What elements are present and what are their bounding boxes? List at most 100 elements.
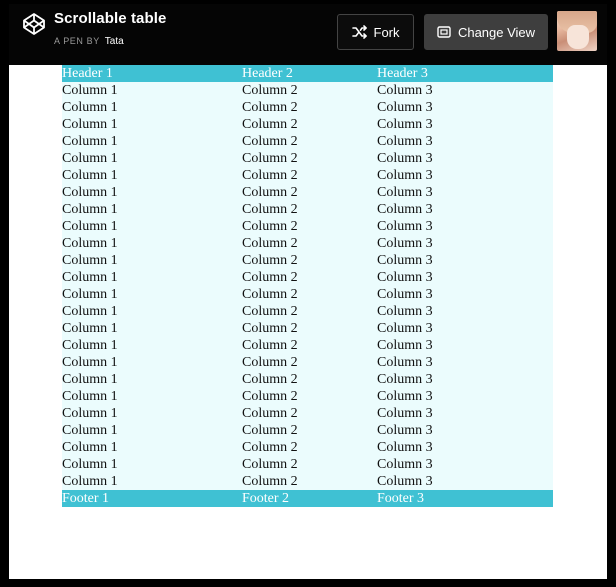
table-cell: Column 3 <box>377 117 433 132</box>
table-cell: Column 2 <box>242 440 298 455</box>
table-cell: Column 2 <box>242 219 298 234</box>
table-row: Column 1 Column 2 Column 3 <box>62 405 553 422</box>
table-row: Column 1 Column 2 Column 3 <box>62 218 553 235</box>
table-cell: Column 1 <box>62 389 118 404</box>
table-cell: Column 2 <box>242 457 298 472</box>
table-cell: Column 1 <box>62 321 118 336</box>
table-cell: Column 2 <box>242 406 298 421</box>
table-cell: Column 3 <box>377 253 433 268</box>
table-cell: Column 1 <box>62 372 118 387</box>
user-avatar[interactable] <box>557 11 597 51</box>
change-view-icon <box>437 26 451 38</box>
table-cell: Column 3 <box>377 321 433 336</box>
table-cell: Column 2 <box>242 372 298 387</box>
table-row: Column 1 Column 2 Column 3 <box>62 337 553 354</box>
change-view-button[interactable]: Change View <box>424 14 548 50</box>
table-body[interactable]: Column 1 Column 2 Column 3 Column 1 Column 2… <box>62 82 553 490</box>
table-header-cell: Header 2 <box>242 66 293 81</box>
table-cell: Column 2 <box>242 168 298 183</box>
table-cell: Column 1 <box>62 151 118 166</box>
table-footer-cell: Footer 3 <box>377 491 425 506</box>
table-cell: Column 3 <box>377 219 433 234</box>
scrollable-table: Header 1 Header 2 Header 3 Column 1 Colum… <box>62 65 553 507</box>
table-row: Column 1 Column 2 Column 3 <box>62 269 553 286</box>
table-cell: Column 3 <box>377 270 433 285</box>
preview-pane: Header 1 Header 2 Header 3 Column 1 Colum… <box>9 65 607 579</box>
table-cell: Column 1 <box>62 304 118 319</box>
table-cell: Column 2 <box>242 355 298 370</box>
table-row: Column 1 Column 2 Column 3 <box>62 116 553 133</box>
table-cell: Column 3 <box>377 134 433 149</box>
table-cell: Column 1 <box>62 168 118 183</box>
table-cell: Column 1 <box>62 219 118 234</box>
table-cell: Column 2 <box>242 236 298 251</box>
table-cell: Column 1 <box>62 457 118 472</box>
table-cell: Column 3 <box>377 236 433 251</box>
table-cell: Column 3 <box>377 474 433 489</box>
table-cell: Column 1 <box>62 236 118 251</box>
table-cell: Column 1 <box>62 338 118 353</box>
table-cell: Column 2 <box>242 253 298 268</box>
fork-label: Fork <box>373 24 400 40</box>
codepen-window: Scrollable table A PEN BY Tata Fork Chan… <box>0 0 616 587</box>
pen-header: Scrollable table A PEN BY Tata Fork Chan… <box>9 4 607 66</box>
table-row: Column 1 Column 2 Column 3 <box>62 201 553 218</box>
table-cell: Column 1 <box>62 287 118 302</box>
table-cell: Column 1 <box>62 83 118 98</box>
table-row: Column 1 Column 2 Column 3 <box>62 167 553 184</box>
table-cell: Column 1 <box>62 117 118 132</box>
table-row: Column 1 Column 2 Column 3 <box>62 184 553 201</box>
table-row: Column 1 Column 2 Column 3 <box>62 82 553 99</box>
fork-button[interactable]: Fork <box>337 14 414 50</box>
table-header-cell: Header 1 <box>62 66 113 81</box>
table-cell: Column 2 <box>242 287 298 302</box>
table-cell: Column 3 <box>377 168 433 183</box>
table-row: Column 1 Column 2 Column 3 <box>62 371 553 388</box>
table-cell: Column 2 <box>242 134 298 149</box>
table-cell: Column 3 <box>377 406 433 421</box>
change-view-label: Change View <box>457 24 536 40</box>
table-cell: Column 1 <box>62 474 118 489</box>
table-cell: Column 2 <box>242 117 298 132</box>
table-cell: Column 2 <box>242 474 298 489</box>
table-cell: Column 2 <box>242 389 298 404</box>
table-cell: Column 2 <box>242 304 298 319</box>
table-row: Column 1 Column 2 Column 3 <box>62 354 553 371</box>
table-footer-row: Footer 1 Footer 2 Footer 3 <box>62 490 553 507</box>
table-row: Column 1 Column 2 Column 3 <box>62 456 553 473</box>
table-cell: Column 1 <box>62 134 118 149</box>
table-cell: Column 3 <box>377 151 433 166</box>
table-cell: Column 3 <box>377 440 433 455</box>
table-cell: Column 1 <box>62 406 118 421</box>
table-cell: Column 2 <box>242 100 298 115</box>
table-cell: Column 1 <box>62 270 118 285</box>
table-cell: Column 1 <box>62 440 118 455</box>
table-cell: Column 1 <box>62 355 118 370</box>
table-cell: Column 3 <box>377 355 433 370</box>
table-cell: Column 3 <box>377 423 433 438</box>
table-cell: Column 3 <box>377 304 433 319</box>
table-cell: Column 3 <box>377 389 433 404</box>
codepen-logo-icon[interactable] <box>22 12 46 36</box>
table-cell: Column 1 <box>62 253 118 268</box>
table-cell: Column 1 <box>62 202 118 217</box>
table-row: Column 1 Column 2 Column 3 <box>62 286 553 303</box>
table-cell: Column 1 <box>62 100 118 115</box>
table-row: Column 1 Column 2 Column 3 <box>62 252 553 269</box>
table-cell: Column 3 <box>377 185 433 200</box>
byline-prefix: A PEN BY <box>54 36 100 46</box>
table-cell: Column 1 <box>62 185 118 200</box>
table-cell: Column 2 <box>242 270 298 285</box>
table-cell: Column 3 <box>377 457 433 472</box>
pen-title: Scrollable table <box>54 10 167 27</box>
author-link[interactable]: Tata <box>105 36 124 47</box>
table-header-row: Header 1 Header 2 Header 3 <box>62 65 553 82</box>
table-cell: Column 2 <box>242 83 298 98</box>
table-cell: Column 3 <box>377 83 433 98</box>
table-cell: Column 3 <box>377 100 433 115</box>
table-row: Column 1 Column 2 Column 3 <box>62 439 553 456</box>
table-cell: Column 3 <box>377 338 433 353</box>
table-cell: Column 2 <box>242 151 298 166</box>
table-cell: Column 3 <box>377 372 433 387</box>
table-cell: Column 2 <box>242 202 298 217</box>
